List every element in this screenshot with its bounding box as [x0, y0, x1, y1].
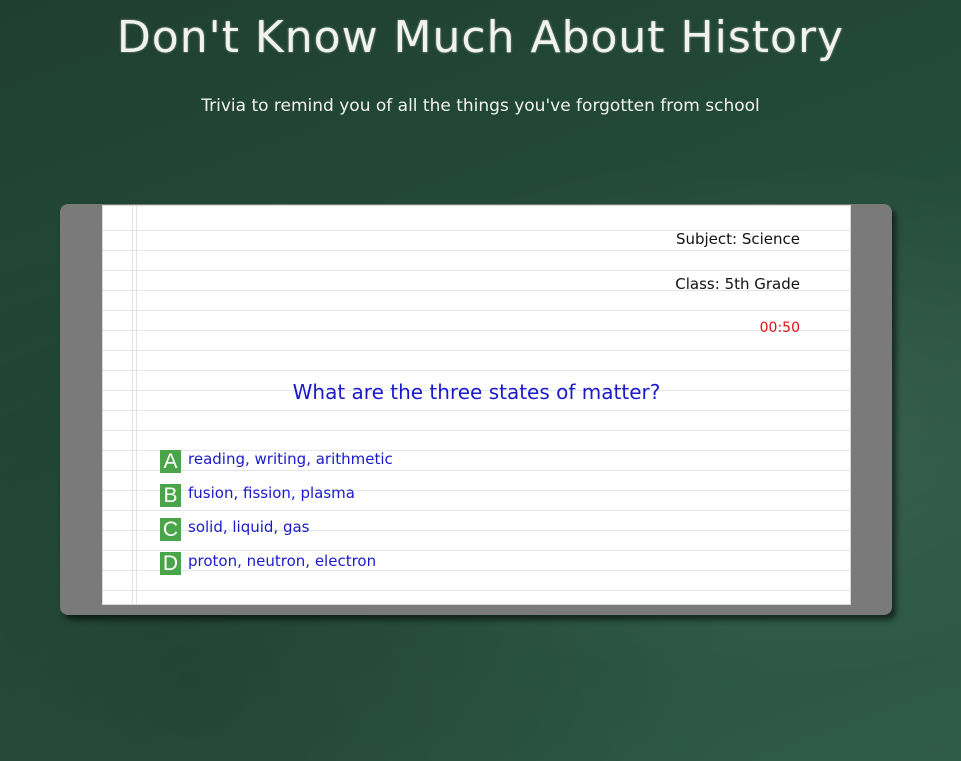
paper-rule: [103, 590, 850, 591]
quiz-frame: Subject: Science Class: 5th Grade 00:50 …: [60, 204, 892, 615]
answer-letter-badge[interactable]: C: [160, 517, 181, 541]
subject-label: Subject: Science: [675, 230, 800, 248]
paper-rule: [103, 250, 850, 251]
paper-rule: [103, 330, 850, 331]
answer-letter-badge[interactable]: A: [160, 449, 181, 473]
paper-margin-line: [136, 206, 137, 604]
countdown-timer: 00:50: [759, 320, 800, 336]
class-label: Class: 5th Grade: [675, 275, 800, 293]
answer-text[interactable]: solid, liquid, gas: [188, 518, 310, 536]
answer-letter-badge[interactable]: D: [160, 551, 181, 575]
answer-option-b[interactable]: B fusion, fission, plasma: [160, 478, 393, 512]
paper-rule: [103, 270, 850, 271]
answer-letter-badge[interactable]: B: [160, 483, 181, 507]
answer-option-d[interactable]: D proton, neutron, electron: [160, 546, 393, 580]
paper-rule: [103, 350, 850, 351]
site-title: Don't Know Much About History: [116, 12, 845, 63]
answer-text[interactable]: reading, writing, arithmetic: [188, 450, 393, 468]
notebook-paper: Subject: Science Class: 5th Grade 00:50 …: [102, 205, 851, 605]
site-subtitle: Trivia to remind you of all the things y…: [201, 96, 760, 116]
paper-rule: [103, 410, 850, 411]
answer-list: A reading, writing, arithmetic B fusion,…: [160, 444, 393, 580]
question-text: What are the three states of matter?: [292, 380, 661, 404]
paper-rule: [103, 370, 850, 371]
paper-rule: [103, 310, 850, 311]
paper-rule: [103, 430, 850, 431]
paper-margin-line: [132, 206, 133, 604]
answer-option-c[interactable]: C solid, liquid, gas: [160, 512, 393, 546]
answer-option-a[interactable]: A reading, writing, arithmetic: [160, 444, 393, 478]
answer-text[interactable]: fusion, fission, plasma: [188, 484, 355, 502]
answer-text[interactable]: proton, neutron, electron: [188, 552, 376, 570]
